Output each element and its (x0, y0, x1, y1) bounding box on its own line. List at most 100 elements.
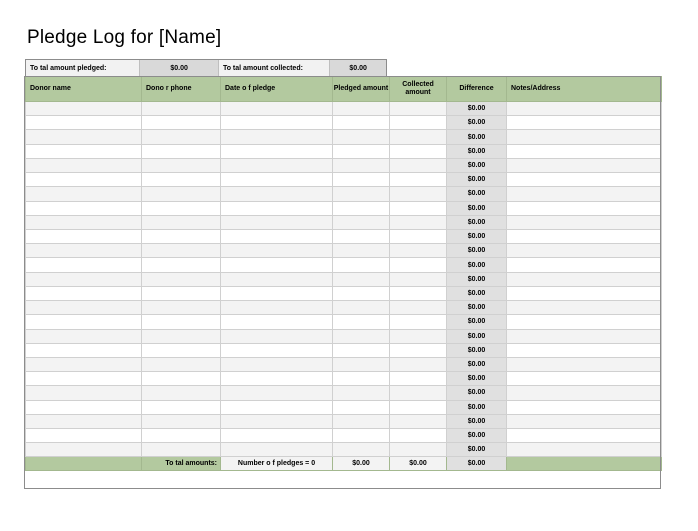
cell-pledged-amount[interactable] (332, 413, 390, 430)
cell-pledged-amount[interactable] (332, 385, 390, 401)
cell-notes-address[interactable] (506, 115, 662, 131)
cell-pledged-amount[interactable] (332, 399, 390, 415)
cell-date-of-pledge[interactable] (220, 300, 333, 316)
cell-collected-amount[interactable] (389, 100, 447, 117)
cell-pledged-amount[interactable] (332, 314, 390, 330)
cell-donor-name[interactable] (25, 285, 142, 302)
col-date-of-pledge[interactable]: Date o f pledge (220, 76, 333, 102)
cell-collected-amount[interactable] (389, 129, 447, 145)
cell-donor-name[interactable] (25, 157, 142, 174)
cell-pledged-amount[interactable] (332, 186, 390, 202)
cell-donor-name[interactable] (25, 314, 142, 330)
cell-pledged-amount[interactable] (332, 228, 390, 245)
cell-donor-name[interactable] (25, 243, 142, 259)
cell-pledged-amount[interactable] (332, 214, 390, 230)
cell-pledged-amount[interactable] (332, 243, 390, 259)
cell-pledged-amount[interactable] (332, 257, 390, 273)
cell-donor-phone[interactable] (141, 413, 221, 430)
cell-notes-address[interactable] (506, 157, 662, 174)
cell-date-of-pledge[interactable] (220, 356, 333, 373)
cell-collected-amount[interactable] (389, 214, 447, 230)
cell-donor-name[interactable] (25, 385, 142, 401)
cell-collected-amount[interactable] (389, 257, 447, 273)
cell-donor-phone[interactable] (141, 271, 221, 287)
cell-date-of-pledge[interactable] (220, 442, 333, 458)
cell-date-of-pledge[interactable] (220, 115, 333, 131)
cell-donor-name[interactable] (25, 271, 142, 287)
cell-donor-name[interactable] (25, 214, 142, 230)
cell-date-of-pledge[interactable] (220, 214, 333, 230)
cell-notes-address[interactable] (506, 172, 662, 188)
cell-notes-address[interactable] (506, 100, 662, 117)
cell-donor-name[interactable] (25, 172, 142, 188)
cell-notes-address[interactable] (506, 228, 662, 245)
cell-collected-amount[interactable] (389, 157, 447, 174)
cell-pledged-amount[interactable] (332, 300, 390, 316)
cell-donor-phone[interactable] (141, 100, 221, 117)
cell-date-of-pledge[interactable] (220, 200, 333, 216)
cell-donor-name[interactable] (25, 342, 142, 358)
cell-collected-amount[interactable] (389, 428, 447, 444)
cell-donor-phone[interactable] (141, 300, 221, 316)
cell-donor-name[interactable] (25, 328, 142, 344)
cell-pledged-amount[interactable] (332, 200, 390, 216)
cell-date-of-pledge[interactable] (220, 399, 333, 415)
cell-collected-amount[interactable] (389, 413, 447, 430)
cell-donor-name[interactable] (25, 257, 142, 273)
cell-donor-name[interactable] (25, 356, 142, 373)
cell-donor-phone[interactable] (141, 356, 221, 373)
cell-notes-address[interactable] (506, 186, 662, 202)
cell-donor-name[interactable] (25, 371, 142, 387)
cell-donor-phone[interactable] (141, 285, 221, 302)
col-pledged-amount[interactable]: Pledged amount (332, 76, 390, 102)
col-notes-address[interactable]: Notes/Address (506, 76, 662, 102)
cell-donor-name[interactable] (25, 428, 142, 444)
col-donor-phone[interactable]: Dono r phone (141, 76, 221, 102)
cell-pledged-amount[interactable] (332, 115, 390, 131)
cell-donor-name[interactable] (25, 413, 142, 430)
cell-pledged-amount[interactable] (332, 328, 390, 344)
cell-donor-name[interactable] (25, 143, 142, 159)
cell-donor-phone[interactable] (141, 257, 221, 273)
cell-donor-name[interactable] (25, 200, 142, 216)
cell-pledged-amount[interactable] (332, 157, 390, 174)
cell-notes-address[interactable] (506, 200, 662, 216)
cell-collected-amount[interactable] (389, 371, 447, 387)
cell-date-of-pledge[interactable] (220, 157, 333, 174)
cell-date-of-pledge[interactable] (220, 186, 333, 202)
cell-donor-phone[interactable] (141, 243, 221, 259)
cell-notes-address[interactable] (506, 399, 662, 415)
cell-notes-address[interactable] (506, 356, 662, 373)
cell-donor-name[interactable] (25, 300, 142, 316)
cell-pledged-amount[interactable] (332, 428, 390, 444)
cell-date-of-pledge[interactable] (220, 428, 333, 444)
cell-collected-amount[interactable] (389, 115, 447, 131)
cell-donor-phone[interactable] (141, 385, 221, 401)
cell-notes-address[interactable] (506, 243, 662, 259)
cell-notes-address[interactable] (506, 328, 662, 344)
cell-donor-phone[interactable] (141, 399, 221, 415)
cell-donor-phone[interactable] (141, 172, 221, 188)
cell-date-of-pledge[interactable] (220, 342, 333, 358)
cell-donor-phone[interactable] (141, 228, 221, 245)
cell-donor-name[interactable] (25, 129, 142, 145)
cell-notes-address[interactable] (506, 371, 662, 387)
col-difference[interactable]: Difference (446, 76, 507, 102)
cell-notes-address[interactable] (506, 300, 662, 316)
cell-collected-amount[interactable] (389, 228, 447, 245)
cell-notes-address[interactable] (506, 428, 662, 444)
cell-notes-address[interactable] (506, 385, 662, 401)
cell-pledged-amount[interactable] (332, 100, 390, 117)
cell-donor-phone[interactable] (141, 157, 221, 174)
cell-donor-phone[interactable] (141, 214, 221, 230)
cell-notes-address[interactable] (506, 442, 662, 458)
cell-date-of-pledge[interactable] (220, 413, 333, 430)
cell-date-of-pledge[interactable] (220, 371, 333, 387)
cell-donor-phone[interactable] (141, 442, 221, 458)
cell-donor-phone[interactable] (141, 186, 221, 202)
cell-date-of-pledge[interactable] (220, 314, 333, 330)
cell-pledged-amount[interactable] (332, 285, 390, 302)
cell-pledged-amount[interactable] (332, 356, 390, 373)
cell-donor-name[interactable] (25, 100, 142, 117)
cell-donor-name[interactable] (25, 399, 142, 415)
